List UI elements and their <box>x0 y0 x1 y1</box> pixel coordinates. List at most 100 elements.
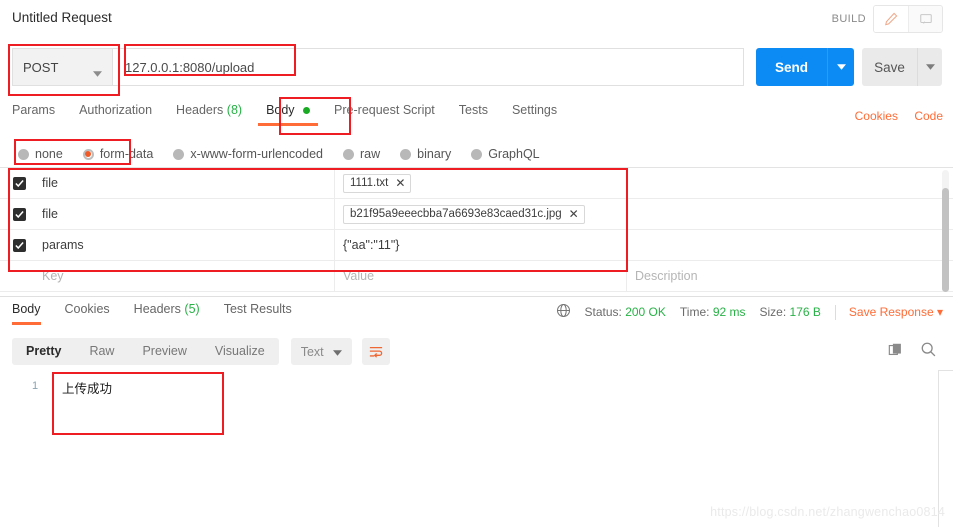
edit-pencil-icon[interactable] <box>874 6 908 32</box>
table-row-empty[interactable]: Key Value Description <box>0 260 953 292</box>
row-enable-checkbox[interactable] <box>0 207 38 221</box>
row-key-cell[interactable]: file <box>38 198 335 230</box>
new-description-placeholder: Description <box>635 269 698 283</box>
response-tab-test-results[interactable]: Test Results <box>224 302 292 323</box>
body-type-raw-label: raw <box>360 147 381 161</box>
wrap-lines-button[interactable] <box>361 338 390 365</box>
row-key-cell[interactable]: params <box>38 229 335 261</box>
line-number: 1 <box>32 380 39 392</box>
form-data-scrollbar-thumb[interactable] <box>942 188 949 292</box>
body-type-graphql[interactable]: GraphQL <box>471 147 540 161</box>
comment-icon[interactable] <box>908 6 942 32</box>
save-button-label: Save <box>874 59 905 75</box>
save-dropdown-chevron-down-icon[interactable] <box>918 64 942 70</box>
view-preview-button[interactable]: Preview <box>128 338 200 365</box>
row-key-cell[interactable]: file <box>38 167 335 199</box>
checkbox-checked-icon <box>12 176 26 190</box>
chevron-down-icon <box>332 345 342 359</box>
tab-body[interactable]: Body <box>258 103 319 126</box>
response-tab-headers-label: Headers <box>133 302 181 316</box>
view-pretty-button[interactable]: Pretty <box>12 338 75 365</box>
table-row[interactable]: file b21f95a9eeecbba7a6693e83caed31c.jpg… <box>0 198 953 230</box>
row-enable-checkbox[interactable] <box>0 238 38 252</box>
row-description-cell[interactable] <box>627 168 953 199</box>
file-chip-label: 1111.txt <box>350 177 389 189</box>
send-button[interactable]: Send <box>756 48 854 86</box>
cookies-link[interactable]: Cookies <box>855 109 898 123</box>
save-response-button[interactable]: Save Response ▾ <box>849 305 943 319</box>
row-description-cell[interactable] <box>627 230 953 261</box>
code-link[interactable]: Code <box>914 109 943 123</box>
copy-icon[interactable] <box>888 342 904 363</box>
view-raw-button[interactable]: Raw <box>75 338 128 365</box>
form-data-table: file 1111.txt ✕ file b21f95a9eeecbba7a66… <box>0 167 953 292</box>
time-label: Time: <box>679 305 710 319</box>
send-dropdown-chevron-down-icon[interactable] <box>828 64 854 70</box>
new-description-input[interactable]: Description <box>627 261 953 292</box>
response-tab-body[interactable]: Body <box>12 302 41 325</box>
response-right-rule <box>938 370 939 527</box>
remove-file-close-icon[interactable]: ✕ <box>395 177 405 189</box>
tab-headers[interactable]: Headers (8) <box>176 103 242 123</box>
url-input[interactable]: 127.0.0.1:8080/upload <box>112 48 744 86</box>
radio-icon-graphql <box>471 148 483 160</box>
radio-icon-raw <box>343 148 354 160</box>
response-tab-test-results-label: Test Results <box>223 302 292 316</box>
save-button[interactable]: Save <box>862 48 942 86</box>
row-value-cell[interactable]: b21f95a9eeecbba7a6693e83caed31c.jpg ✕ <box>335 198 627 230</box>
new-value-placeholder: Value <box>343 269 375 283</box>
table-row[interactable]: file 1111.txt ✕ <box>0 167 953 199</box>
response-body-viewer[interactable]: 1 上传成功 <box>0 372 938 527</box>
http-method-select[interactable]: POST <box>12 48 112 86</box>
builder-icon-group <box>873 5 943 33</box>
tab-pre-request-script[interactable]: Pre-request Script <box>334 103 435 123</box>
response-top-rule <box>938 370 953 371</box>
body-type-graphql-label: GraphQL <box>488 147 540 161</box>
request-links: Cookies Code <box>842 109 943 123</box>
response-view-segmented-control: Pretty Raw Preview Visualize <box>12 338 279 365</box>
body-type-binary[interactable]: binary <box>400 147 451 161</box>
body-type-none[interactable]: none <box>18 147 63 161</box>
form-data-scrollbar[interactable] <box>942 170 949 292</box>
row-description-cell[interactable] <box>627 199 953 230</box>
response-tools-right <box>888 341 937 363</box>
send-button-label: Send <box>774 59 808 75</box>
time-badge: Time: 92 ms <box>680 305 746 319</box>
remove-file-close-icon[interactable]: ✕ <box>569 208 579 220</box>
new-value-input[interactable]: Value <box>335 260 627 292</box>
body-type-form-data[interactable]: form-data <box>82 147 153 161</box>
response-tab-headers[interactable]: Headers (5) <box>134 302 200 323</box>
response-format-value: Text <box>300 344 324 359</box>
tab-tests[interactable]: Tests <box>459 103 488 123</box>
response-tab-cookies[interactable]: Cookies <box>65 302 110 323</box>
row-value-cell[interactable]: 1111.txt ✕ <box>335 167 627 199</box>
watermark: https://blog.csdn.net/zhangwenchao0814 <box>710 505 945 519</box>
file-chip[interactable]: 1111.txt ✕ <box>343 173 412 193</box>
tab-tests-label: Tests <box>458 103 488 117</box>
row-value-cell[interactable]: {"aa":"11"} <box>335 229 627 261</box>
status-badge: Status: 200 OK <box>585 305 666 319</box>
request-tab-bar: Params Authorization Headers (8) Body Pr… <box>0 103 953 130</box>
tab-settings[interactable]: Settings <box>512 103 557 123</box>
search-icon[interactable] <box>920 341 937 363</box>
response-tab-body-label: Body <box>12 302 41 316</box>
wrap-lines-icon <box>369 346 382 358</box>
globe-icon[interactable] <box>556 303 571 321</box>
body-type-urlencoded[interactable]: x-www-form-urlencoded <box>173 147 323 161</box>
new-key-input[interactable]: Key <box>38 260 335 292</box>
row-enable-checkbox[interactable] <box>0 176 38 190</box>
time-value: 92 ms <box>712 305 746 319</box>
view-visualize-button[interactable]: Visualize <box>201 338 279 365</box>
table-row[interactable]: params {"aa":"11"} <box>0 229 953 261</box>
save-response-chevron-down-icon: ▾ <box>936 305 943 319</box>
tab-authorization[interactable]: Authorization <box>79 103 152 123</box>
response-format-select[interactable]: Text <box>290 338 352 365</box>
file-chip[interactable]: b21f95a9eeecbba7a6693e83caed31c.jpg ✕ <box>343 204 585 224</box>
status-value: 200 OK <box>625 305 666 319</box>
radio-icon-urlencoded <box>173 148 185 160</box>
response-view-toolbar: Pretty Raw Preview Visualize Text <box>12 338 390 365</box>
body-type-raw[interactable]: raw <box>343 147 380 161</box>
tab-params[interactable]: Params <box>12 103 55 123</box>
row-value-text: {"aa":"11"} <box>343 238 400 252</box>
http-method-value: POST <box>23 59 59 75</box>
